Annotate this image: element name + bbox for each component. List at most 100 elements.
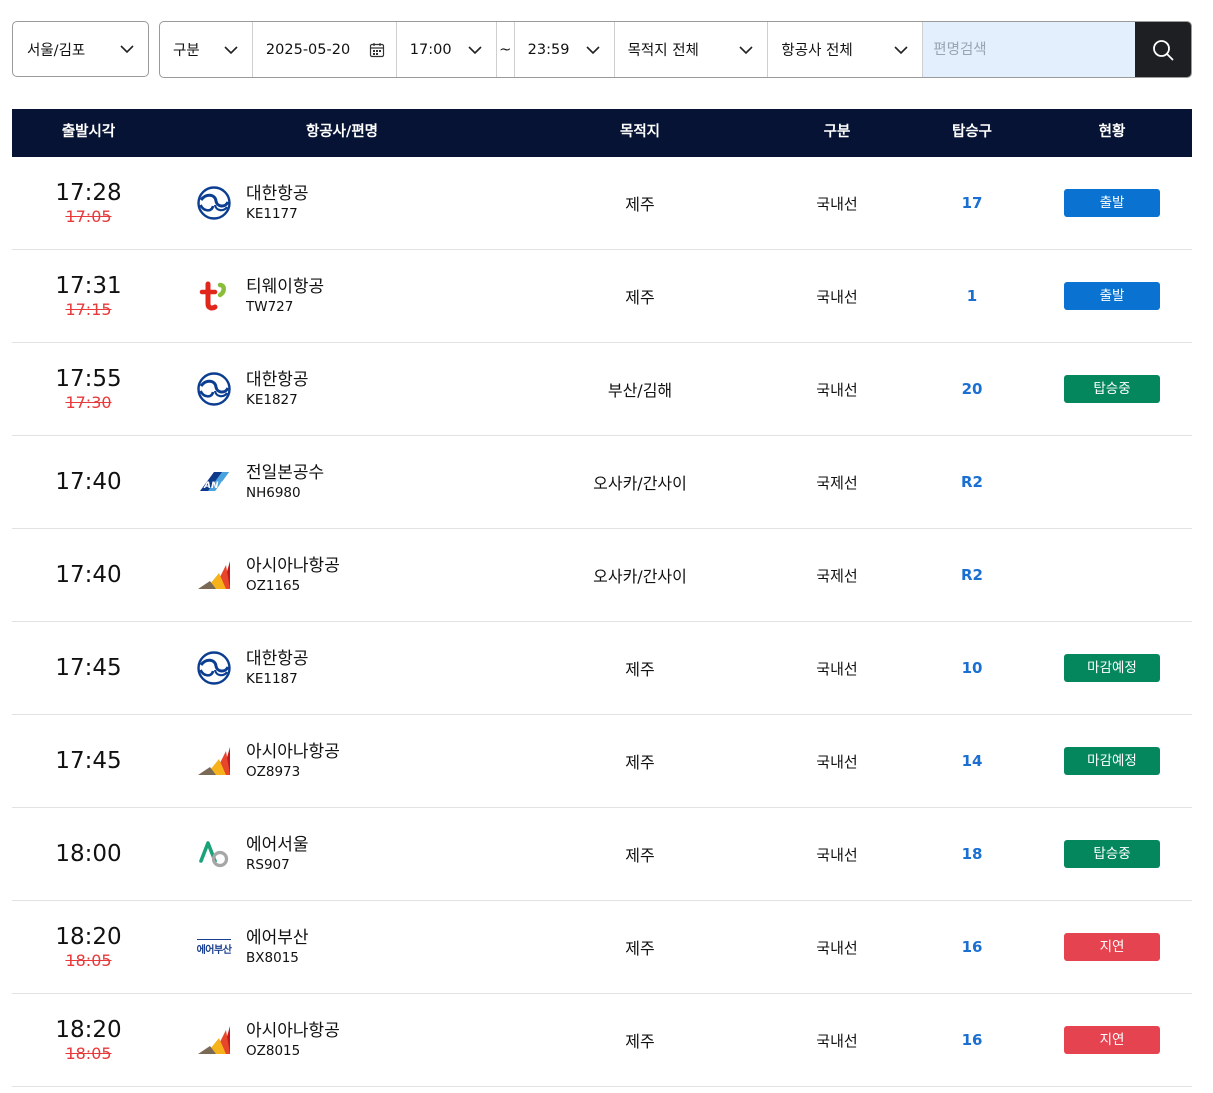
airline-cell: 에어서울 RS907	[192, 808, 492, 900]
scheduled-time: 18:05	[65, 1043, 112, 1063]
airline-name: 아시아나항공	[246, 1020, 340, 1041]
status-cell: 마감예정	[1052, 622, 1172, 714]
airport-select-label: 서울/김포	[27, 42, 86, 59]
actual-time: 17:28	[55, 179, 122, 206]
status-cell: 출발	[1052, 157, 1172, 249]
type-cell: 국내선	[816, 659, 858, 678]
type-cell: 국제선	[816, 566, 858, 585]
table-header: 출발시각 항공사/편명 목적지 구분 탑승구 현황	[12, 109, 1192, 157]
departure-time-cell: 17:45	[12, 715, 165, 807]
type-cell: 국내선	[816, 845, 858, 864]
airline-name: 티웨이항공	[246, 276, 325, 297]
status-cell	[1052, 436, 1172, 528]
chevron-down-icon	[468, 45, 482, 54]
filter-bar: 서울/김포 구분 2025-05-20 17:00 ~ 23:59 목적지 전체…	[12, 21, 1192, 78]
time-from-select[interactable]: 17:00	[397, 22, 497, 77]
air-busan-logo-text: 에어부산	[196, 938, 232, 956]
header-status: 현황	[1098, 124, 1126, 140]
type-select[interactable]: 구분	[160, 22, 253, 77]
gate-link[interactable]: 16	[912, 901, 1032, 993]
scheduled-time: 17:30	[65, 392, 112, 412]
gate-link[interactable]: R2	[912, 529, 1032, 621]
asiana-logo-icon	[192, 1018, 236, 1062]
table-body: 17:28 17:05 대한항공 KE1177 제주 국내선 17 출발 17:…	[12, 157, 1192, 1087]
departure-time-cell: 17:45	[12, 622, 165, 714]
type-cell: 국내선	[816, 1031, 858, 1050]
destination-cell: 제주	[625, 753, 655, 772]
gate-link[interactable]: 14	[912, 715, 1032, 807]
destination-cell: 제주	[625, 660, 655, 679]
actual-time: 18:20	[55, 1016, 122, 1043]
airline-text: 티웨이항공 TW727	[246, 276, 324, 317]
chevron-down-icon	[224, 45, 238, 54]
departure-time-cell: 17:31 17:15	[12, 250, 165, 342]
status-badge: 출발	[1064, 282, 1160, 310]
gate-link[interactable]: 18	[912, 808, 1032, 900]
filter-group: 구분 2025-05-20 17:00 ~ 23:59 목적지 전체 항공사 전…	[159, 21, 1192, 78]
status-cell: 탑승중	[1052, 808, 1172, 900]
airline-text: 아시아나항공 OZ1165	[246, 555, 340, 596]
date-value: 2025-05-20	[265, 41, 351, 58]
tway-logo-icon	[192, 274, 236, 318]
flight-number: KE1187	[246, 670, 298, 687]
gate-link[interactable]: 1	[912, 250, 1032, 342]
flight-number: OZ1165	[246, 577, 301, 594]
table-row: 18:20 18:05 아시아나항공 OZ8015 제주 국내선 16 지연	[12, 994, 1192, 1087]
flight-number: OZ8015	[246, 1042, 301, 1059]
time-to-value: 23:59	[527, 41, 570, 58]
airport-select[interactable]: 서울/김포	[12, 21, 149, 77]
actual-time: 17:45	[55, 747, 122, 774]
airline-name: 전일본공수	[246, 462, 325, 483]
calendar-icon[interactable]	[369, 42, 385, 58]
airline-text: 대한항공 KE1187	[246, 648, 309, 689]
destination-select[interactable]: 목적지 전체	[615, 22, 769, 77]
gate-link[interactable]: 10	[912, 622, 1032, 714]
date-picker[interactable]: 2025-05-20	[253, 22, 397, 77]
destination-cell: 제주	[625, 1032, 655, 1051]
type-cell: 국내선	[816, 194, 858, 213]
chevron-down-icon	[120, 45, 134, 54]
flight-number: RS907	[246, 856, 290, 873]
search-button[interactable]	[1135, 22, 1191, 77]
status-cell: 탑승중	[1052, 343, 1172, 435]
destination-cell: 오사카/간사이	[593, 567, 687, 586]
airline-select[interactable]: 항공사 전체	[768, 22, 924, 77]
actual-time: 18:20	[55, 923, 122, 950]
table-row: 18:00 에어서울 RS907 제주 국내선 18 탑승중	[12, 808, 1192, 901]
status-badge: 탑승중	[1064, 375, 1160, 403]
flight-search-input[interactable]	[933, 22, 1136, 77]
table-row: 17:28 17:05 대한항공 KE1177 제주 국내선 17 출발	[12, 157, 1192, 250]
korean-air-logo-icon	[192, 367, 236, 411]
status-badge: 탑승중	[1064, 840, 1160, 868]
gate-link[interactable]: R2	[912, 436, 1032, 528]
flight-table: 출발시각 항공사/편명 목적지 구분 탑승구 현황 17:28 17:05 대한…	[12, 109, 1192, 1087]
airline-text: 아시아나항공 OZ8973	[246, 741, 340, 782]
ana-logo-icon: ANA	[192, 460, 236, 504]
airline-name: 아시아나항공	[246, 555, 340, 576]
search-icon	[1153, 39, 1174, 60]
airline-name: 에어부산	[246, 927, 309, 948]
scheduled-time: 17:15	[65, 299, 112, 319]
airline-cell: 대한항공 KE1177	[192, 157, 492, 249]
airline-name: 대한항공	[246, 648, 309, 669]
destination-cell: 제주	[625, 846, 655, 865]
status-badge: 지연	[1064, 1026, 1160, 1054]
gate-link[interactable]: 17	[912, 157, 1032, 249]
table-row: 17:40 아시아나항공 OZ1165 오사카/간사이 국제선 R2	[12, 529, 1192, 622]
asiana-logo-icon	[192, 553, 236, 597]
actual-time: 17:45	[55, 654, 122, 681]
destination-cell: 제주	[625, 939, 655, 958]
time-to-select[interactable]: 23:59	[515, 22, 615, 77]
gate-link[interactable]: 16	[912, 994, 1032, 1086]
departure-time-cell: 18:20 18:05	[12, 994, 165, 1086]
flight-search-field[interactable]	[923, 22, 1136, 77]
time-from-value: 17:00	[409, 41, 452, 58]
status-cell	[1052, 529, 1172, 621]
actual-time: 17:40	[55, 468, 122, 495]
header-destination: 목적지	[619, 124, 661, 140]
type-cell: 국내선	[816, 752, 858, 771]
korean-air-logo-icon	[192, 646, 236, 690]
gate-link[interactable]: 20	[912, 343, 1032, 435]
air-seoul-logo-icon	[192, 832, 236, 876]
asiana-logo-icon	[192, 739, 236, 783]
